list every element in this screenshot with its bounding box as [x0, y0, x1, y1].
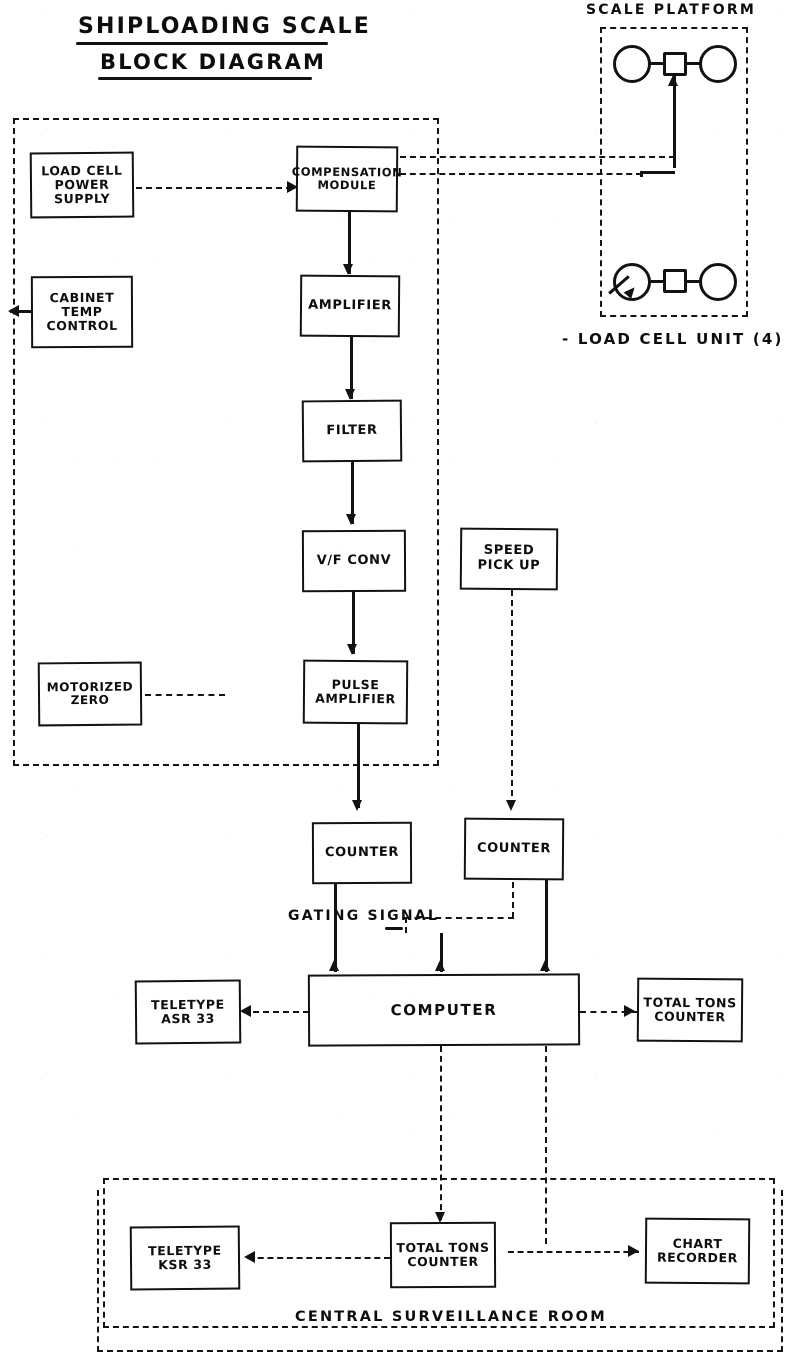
load-cell-lower-left-link — [650, 280, 664, 283]
counter-left-input-arrowhead — [352, 800, 362, 811]
compensation-module-box[interactable]: COMPENSATION MODULE — [292, 145, 402, 213]
computer-input-arrowhead-right — [540, 960, 550, 971]
filter-box[interactable]: FILTER — [301, 399, 403, 463]
load-cell-lower-right-link — [686, 280, 700, 283]
vf-conv-label: V/F CONV — [316, 552, 392, 568]
load-cell-upper-left-link — [650, 62, 664, 65]
speed-pick-up-box[interactable]: SPEED PICK UP — [459, 527, 559, 591]
teletype-ksr-label: TELETYPE KSR 33 — [148, 1242, 222, 1273]
speed-pickup-to-counter-line — [511, 590, 513, 806]
teletype-asr-input-arrowhead — [240, 1005, 251, 1017]
diagram-canvas: SHIPLOADING SCALE BLOCK DIAGRAM SCALE PL… — [0, 0, 800, 1358]
load-cell-power-supply-box[interactable]: LOAD CELL POWER SUPPLY — [29, 151, 135, 219]
motorized-zero-box[interactable]: MOTORIZED ZERO — [37, 661, 143, 727]
platform-bus-vertical-upper — [673, 75, 676, 162]
platform-bus-jog — [640, 171, 675, 174]
load-cell-upper-center-square — [663, 52, 687, 76]
pulse-amplifier-label: PULSE AMPLIFIER — [315, 676, 396, 707]
counter-right-input-arrowhead — [506, 800, 516, 811]
counter-right-label: COUNTER — [476, 840, 552, 857]
vf-conv-box[interactable]: V/F CONV — [301, 529, 407, 593]
total-tons-lower-to-chart-recorder-link — [508, 1251, 639, 1253]
chart-recorder-input-arrowhead — [628, 1245, 639, 1257]
gating-signal-leader-vertical — [512, 882, 514, 918]
amplifier-input-arrowhead — [343, 264, 353, 275]
computer-box[interactable]: COMPUTER — [307, 973, 581, 1047]
cabinet-temp-control-box[interactable]: CABINET TEMP CONTROL — [30, 275, 134, 349]
counter-right-box[interactable]: COUNTER — [463, 817, 565, 881]
computer-label: COMPUTER — [390, 1000, 498, 1019]
platform-bus-vertical-lower — [673, 160, 676, 168]
gating-signal-underline — [385, 927, 403, 930]
computer-input-arrowhead-left — [329, 960, 339, 971]
filter-input-arrowhead — [345, 389, 355, 400]
computer-input-arrowhead-center — [435, 960, 445, 971]
motorized-zero-link — [145, 694, 225, 696]
page-title-line-1: SHIPLOADING SCALE — [78, 14, 371, 39]
page-title-line-2: BLOCK DIAGRAM — [100, 50, 327, 74]
total-tons-counter-upper-label: TOTAL TONS COUNTER — [643, 994, 737, 1025]
speed-pick-up-label: SPEED PICK UP — [477, 543, 541, 574]
counter-left-label: COUNTER — [324, 844, 400, 860]
teletype-asr-label: TELETYPE ASR 33 — [151, 996, 225, 1027]
total-tons-counter-lower-label: TOTAL TONS COUNTER — [396, 1239, 490, 1270]
compensation-module-label: COMPENSATION MODULE — [291, 164, 403, 193]
amplifier-label: AMPLIFIER — [308, 297, 392, 314]
load-cell-lower-right-circle — [699, 263, 737, 301]
motorized-zero-label: MOTORIZED ZERO — [46, 679, 134, 708]
compensation-to-platform-link-upper — [400, 156, 675, 158]
central-surveillance-room-label: CENTRAL SURVEILLANCE ROOM — [295, 1309, 607, 1325]
load-cell-power-supply-label: LOAD CELL POWER SUPPLY — [41, 162, 123, 207]
chart-recorder-box[interactable]: CHART RECORDER — [644, 1217, 751, 1285]
pulse-amplifier-box[interactable]: PULSE AMPLIFIER — [302, 659, 409, 725]
total-tons-lower-to-teletype-ksr-link — [248, 1257, 390, 1259]
counter-right-to-computer-line — [545, 880, 548, 972]
filter-label: FILTER — [326, 422, 378, 438]
total-tons-counter-upper-box[interactable]: TOTAL TONS COUNTER — [636, 977, 744, 1043]
page-title-underline-1 — [76, 42, 328, 45]
load-cell-upper-right-circle — [699, 45, 737, 83]
total-tons-upper-arrowhead — [624, 1005, 635, 1017]
gating-signal-label: GATING SIGNAL — [288, 908, 439, 924]
platform-bus-arrowhead — [668, 75, 678, 86]
cabinet-temp-control-label: CABINET TEMP CONTROL — [46, 289, 118, 334]
teletype-asr-box[interactable]: TELETYPE ASR 33 — [134, 979, 242, 1045]
counter-left-to-computer-line — [334, 884, 337, 972]
teletype-ksr-input-arrowhead — [244, 1251, 255, 1263]
amplifier-box[interactable]: AMPLIFIER — [299, 274, 401, 338]
load-cell-unit-label: - LOAD CELL UNIT (4) — [562, 330, 784, 348]
counter-left-box[interactable]: COUNTER — [311, 821, 413, 885]
vf-input-arrowhead — [346, 514, 356, 525]
computer-to-teletype-asr-link — [243, 1011, 309, 1013]
load-cell-lower-center-square — [663, 269, 687, 293]
page-title-underline-2 — [98, 77, 312, 80]
scale-platform-label: SCALE PLATFORM — [586, 2, 757, 18]
teletype-ksr-box[interactable]: TELETYPE KSR 33 — [129, 1225, 241, 1291]
power-supply-to-compensation-link — [136, 187, 292, 189]
pulse-amplifier-input-arrowhead — [347, 644, 357, 655]
cabinet-temp-output-arrowhead — [8, 305, 19, 317]
load-cell-upper-right-link — [686, 62, 700, 65]
chart-recorder-label: CHART RECORDER — [656, 1235, 738, 1266]
total-tons-counter-lower-box[interactable]: TOTAL TONS COUNTER — [389, 1221, 497, 1289]
pulse-amplifier-to-counter-line — [357, 724, 360, 808]
load-cell-upper-left-circle — [613, 45, 651, 83]
